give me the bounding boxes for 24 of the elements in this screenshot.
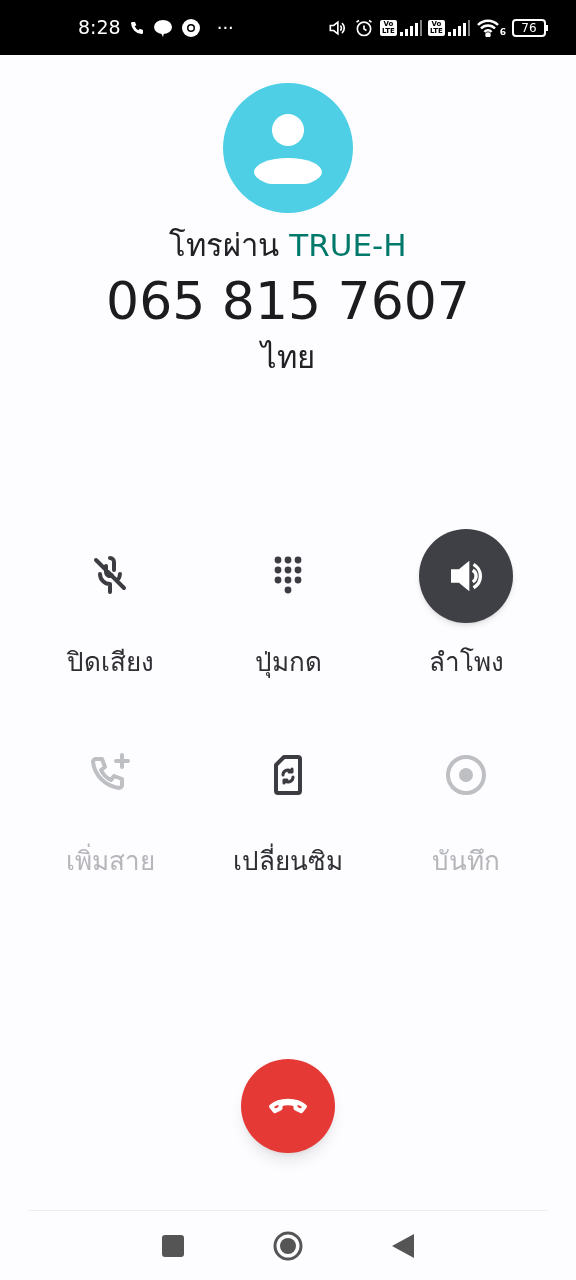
- wifi-icon: [475, 18, 500, 37]
- signal-icon: [399, 19, 422, 36]
- person-icon: [252, 112, 324, 184]
- clock: 8:28: [78, 15, 121, 41]
- call-via-label: โทรผ่าน: [169, 227, 280, 263]
- hang-up-icon: [266, 1098, 310, 1114]
- carrier-name: TRUE-H: [289, 227, 407, 263]
- more-notifications: ···: [216, 16, 234, 40]
- home-icon[interactable]: [273, 1230, 303, 1261]
- chat-bubble-icon: [152, 18, 173, 37]
- call-option-button[interactable]: ปิดเสียง: [35, 529, 185, 682]
- browser-icon: [180, 17, 201, 38]
- phone-icon: [128, 19, 145, 36]
- back-icon[interactable]: [391, 1233, 414, 1258]
- call-option-button[interactable]: ปุ่มกด: [213, 529, 363, 682]
- wifi-number-label: 6: [499, 27, 506, 37]
- battery-indicator: 76: [512, 18, 546, 37]
- caller-location: ไทย: [261, 338, 315, 377]
- call-option-button[interactable]: เปลี่ยนซิม: [213, 728, 363, 881]
- recents-icon[interactable]: [162, 1234, 185, 1257]
- alarm-icon: [354, 17, 374, 38]
- call-option-button[interactable]: ลำโพง: [391, 529, 541, 682]
- phone-number: 065 815 7607: [106, 270, 470, 333]
- signal-icon: [447, 19, 470, 36]
